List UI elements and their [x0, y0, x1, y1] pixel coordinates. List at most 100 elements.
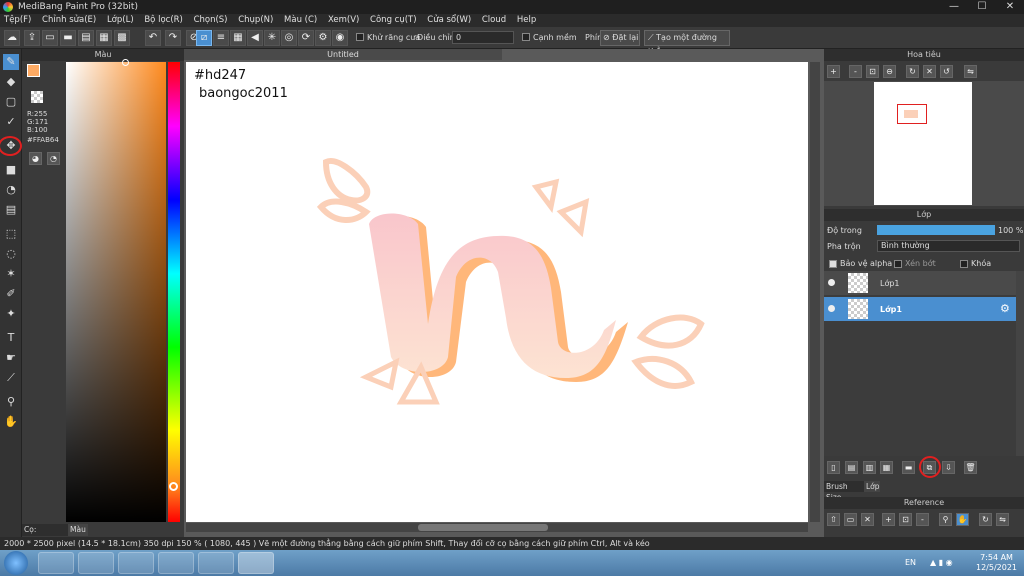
snap-parallel-icon[interactable]: ⧄: [196, 30, 212, 46]
tab-color[interactable]: Màu: [68, 524, 88, 536]
snap-radial-icon[interactable]: ✳: [264, 30, 280, 46]
protect-alpha-checkbox[interactable]: [829, 260, 837, 268]
folder-icon[interactable]: ▬: [902, 461, 915, 474]
file-explorer-icon[interactable]: [38, 552, 74, 574]
reference-hand-icon[interactable]: ✋: [956, 513, 969, 526]
select-tool-icon[interactable]: ⬚: [3, 226, 19, 242]
rotate-icon[interactable]: ↻: [906, 65, 919, 78]
redo-icon[interactable]: ↷: [165, 30, 181, 46]
document-tab[interactable]: Untitled: [184, 49, 502, 60]
eraser-tool-icon[interactable]: ◆: [3, 74, 19, 90]
cloud-icon[interactable]: ☁: [4, 30, 20, 46]
eyedropper-tool-icon[interactable]: ⚲: [3, 394, 19, 410]
layer-scrollbar[interactable]: [1016, 271, 1024, 456]
grid-icon[interactable]: ▩: [114, 30, 130, 46]
chat-icon[interactable]: ▬: [60, 30, 76, 46]
menu-select[interactable]: Chọn(S): [190, 14, 232, 26]
share-icon[interactable]: ⇪: [24, 30, 40, 46]
menu-window[interactable]: Cửa sổ(W): [423, 14, 475, 26]
merge-layer-icon[interactable]: ⇩: [942, 461, 955, 474]
palette-icon[interactable]: ◕: [29, 152, 42, 165]
new-halftone-layer-icon[interactable]: ▤: [845, 461, 858, 474]
green-app-icon[interactable]: [158, 552, 194, 574]
hand-tool-icon[interactable]: ✋: [3, 414, 19, 430]
navigator-preview[interactable]: [824, 81, 1024, 206]
reference-fit-icon[interactable]: ⊡: [899, 513, 912, 526]
horizontal-scroll-thumb[interactable]: [418, 524, 548, 531]
menu-tools[interactable]: Công cụ(T): [366, 14, 421, 26]
zalo-icon[interactable]: [198, 552, 234, 574]
gear-icon[interactable]: ⚙: [1000, 302, 1010, 315]
opacity-slider[interactable]: [877, 225, 995, 235]
menu-edit[interactable]: Chỉnh sửa(E): [38, 14, 100, 26]
rectangle-tool-icon[interactable]: ▢: [3, 94, 19, 110]
reference-zoom-out-icon[interactable]: -: [916, 513, 929, 526]
delete-layer-icon[interactable]: 🗑: [964, 461, 977, 474]
saturation-value-picker[interactable]: [66, 59, 166, 522]
flip-icon[interactable]: ⇋: [964, 65, 977, 78]
adjust-dropdown[interactable]: 0: [452, 31, 514, 44]
media-player-icon[interactable]: [118, 552, 154, 574]
new-layer-icon[interactable]: ▯: [827, 461, 840, 474]
menu-color[interactable]: Màu (C): [280, 14, 321, 26]
undo-icon[interactable]: ↶: [145, 30, 161, 46]
operation-tool-icon[interactable]: ☛: [3, 350, 19, 366]
transparent-swatch[interactable]: [31, 91, 43, 103]
reference-upload-icon[interactable]: ⇧: [827, 513, 840, 526]
menu-view[interactable]: Xem(V): [324, 14, 363, 26]
divide-tool-icon[interactable]: ⟋: [3, 370, 19, 386]
edge-checkbox[interactable]: [522, 33, 530, 41]
clock[interactable]: 7:54 AM 12/5/2021: [976, 553, 1017, 573]
snap-vanish-icon[interactable]: ◀: [247, 30, 263, 46]
clip-checkbox[interactable]: [894, 260, 902, 268]
make-line-button[interactable]: ⟋ Tạo một đường thẳng: [644, 30, 730, 56]
reset-button[interactable]: ⊘ Đặt lại: [600, 30, 640, 46]
tab-brush[interactable]: Cọ: Airbrush: [22, 524, 68, 546]
palette-add-icon[interactable]: ◔: [47, 152, 60, 165]
snap-grid-icon[interactable]: ▦: [230, 30, 246, 46]
snap-circle-icon[interactable]: ◎: [281, 30, 297, 46]
eye-icon[interactable]: [828, 305, 835, 312]
blend-dropdown[interactable]: Bình thường: [877, 240, 1020, 252]
new-1bit-layer-icon[interactable]: ▦: [880, 461, 893, 474]
eye-icon[interactable]: [828, 279, 835, 286]
tab-brush-size[interactable]: Brush Size: [824, 481, 864, 502]
tab-layer[interactable]: Lớp: [864, 481, 880, 492]
magic-wand-tool-icon[interactable]: ✶: [3, 266, 19, 282]
hue-slider[interactable]: [168, 62, 180, 522]
select-eraser-tool-icon[interactable]: ✦: [3, 306, 19, 322]
snap-curve-icon[interactable]: ⟳: [298, 30, 314, 46]
antialias-checkbox[interactable]: [356, 33, 364, 41]
foreground-color-swatch[interactable]: [27, 64, 40, 77]
menu-filter[interactable]: Bộ lọc(R): [140, 14, 187, 26]
hue-cursor[interactable]: [169, 482, 178, 491]
rotate-reset-icon[interactable]: ✕: [923, 65, 936, 78]
internet-explorer-icon[interactable]: [78, 552, 114, 574]
fill-rect-tool-icon[interactable]: ■: [3, 162, 19, 178]
reference-open-icon[interactable]: ▭: [844, 513, 857, 526]
snap-settings-icon[interactable]: ⚙: [315, 30, 331, 46]
menu-file[interactable]: Tệp(F): [0, 14, 35, 26]
horizontal-scrollbar[interactable]: [186, 523, 808, 532]
pen-tool-icon[interactable]: ✓: [3, 114, 19, 130]
reference-close-icon[interactable]: ✕: [861, 513, 874, 526]
text-tool-icon[interactable]: T: [3, 330, 19, 346]
layer-row[interactable]: Lớp1: [824, 271, 1016, 295]
drawing-canvas[interactable]: #hd247 baongoc2011: [186, 62, 808, 522]
fit-icon[interactable]: ⊡: [866, 65, 879, 78]
layer-row-selected[interactable]: Lớp1 ⚙: [824, 297, 1016, 321]
brush-tool-icon[interactable]: ✎: [3, 54, 19, 70]
zoom-in-icon[interactable]: +: [827, 65, 840, 78]
start-button[interactable]: [4, 551, 28, 575]
vertical-scrollbar[interactable]: [810, 62, 820, 522]
reference-eyedropper-icon[interactable]: ⚲: [939, 513, 952, 526]
menu-cloud[interactable]: Cloud: [478, 14, 510, 26]
language-indicator[interactable]: EN: [905, 558, 916, 567]
menu-layer[interactable]: Lớp(L): [103, 14, 138, 26]
gradient-tool-icon[interactable]: ▤: [3, 202, 19, 218]
close-button[interactable]: ✕: [996, 0, 1024, 14]
rotate-ccw-icon[interactable]: ↺: [940, 65, 953, 78]
reference-zoom-in-icon[interactable]: +: [882, 513, 895, 526]
maximize-button[interactable]: ☐: [968, 0, 996, 14]
menu-help[interactable]: Help: [513, 14, 540, 26]
